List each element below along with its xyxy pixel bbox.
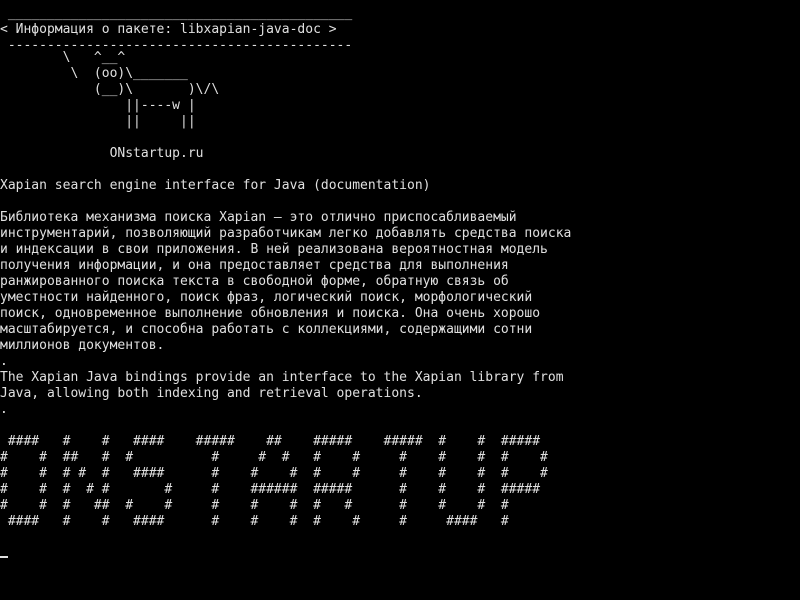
ascii-cow-art: \ ^__^ \ (oo)\_______ (__)\ )\/\ ||----w…: [62, 50, 220, 129]
text-cursor: [0, 556, 8, 558]
package-description-english: The Xapian Java bindings provide an inte…: [0, 370, 564, 417]
package-info-speech-bubble: ________________________________________…: [0, 6, 353, 53]
package-summary-text: Xapian search engine interface for Java …: [0, 178, 431, 193]
package-description-russian: Библиотека механизма поиска Xapian — это…: [0, 210, 572, 369]
onstartup-ascii-banner: #### # # #### ##### ## ##### ##### # # #…: [0, 434, 548, 529]
terminal-window[interactable]: ________________________________________…: [0, 0, 800, 600]
site-name-text: ONstartup.ru: [0, 146, 204, 161]
